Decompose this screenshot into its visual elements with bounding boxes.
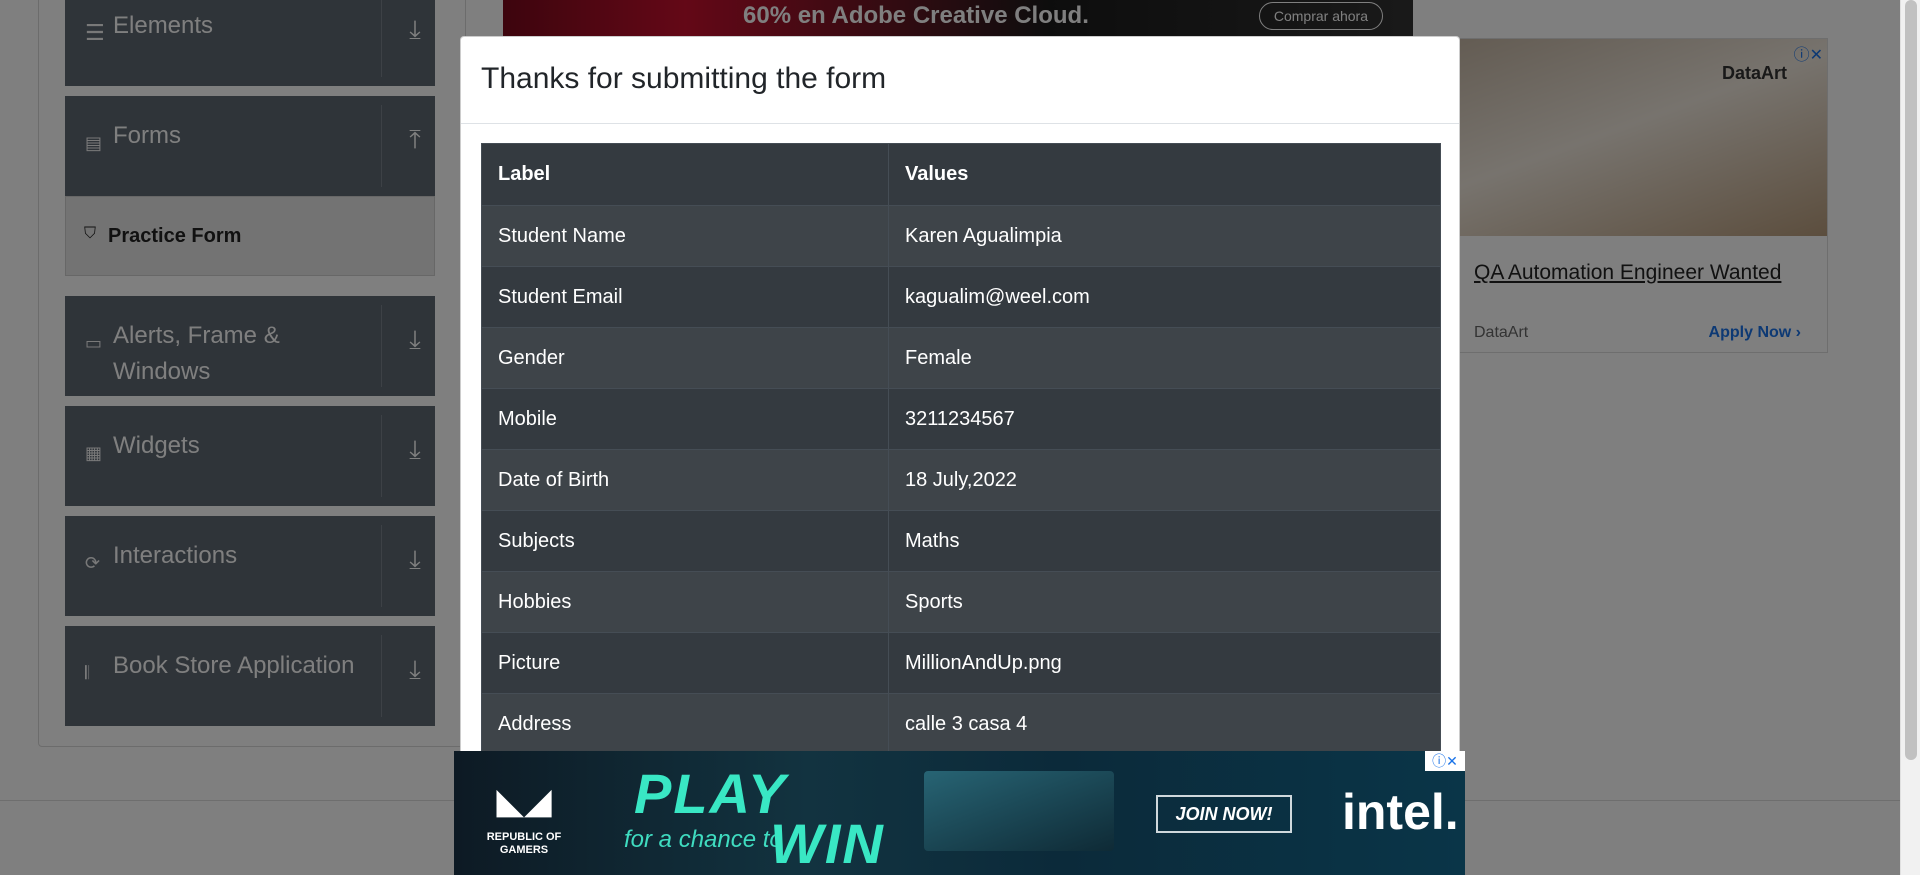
column-header-label: Label <box>481 143 889 206</box>
table-row: Picture MillionAndUp.png <box>481 632 1441 694</box>
table-row: Subjects Maths <box>481 510 1441 572</box>
row-value: Karen Agualimpia <box>888 205 1441 267</box>
ad-laptop-image <box>924 771 1114 851</box>
row-label: Picture <box>481 632 889 694</box>
row-value: MillionAndUp.png <box>888 632 1441 694</box>
table-row: Gender Female <box>481 327 1441 389</box>
table-row: Mobile 3211234567 <box>481 388 1441 450</box>
scrollbar-thumb[interactable] <box>1905 0 1917 760</box>
submission-modal: Thanks for submitting the form Label Val… <box>460 36 1460 796</box>
rog-logo-icon: ◣◢ <box>496 780 552 821</box>
row-value: 3211234567 <box>888 388 1441 450</box>
ad-intel-logo: intel. <box>1342 784 1459 840</box>
ad-play-text: PLAY <box>634 762 788 825</box>
ad-close-icon[interactable]: ⓘ✕ <box>1425 751 1465 771</box>
results-table: Label Values Student Name Karen Agualimp… <box>481 143 1441 755</box>
row-value: Maths <box>888 510 1441 572</box>
table-row: Student Name Karen Agualimpia <box>481 205 1441 267</box>
row-label: Student Name <box>481 205 889 267</box>
chevron-down-icon: ⌄ <box>950 751 962 754</box>
row-label: Address <box>481 693 889 755</box>
page-scrollbar[interactable] <box>1900 0 1920 875</box>
modal-body: Label Values Student Name Karen Agualimp… <box>481 143 1441 755</box>
row-value: Sports <box>888 571 1441 633</box>
row-label: Hobbies <box>481 571 889 633</box>
row-value: calle 3 casa 4 <box>888 693 1441 755</box>
row-label: Gender <box>481 327 889 389</box>
bottom-banner-ad[interactable]: ⌄ ◣◢ REPUBLIC OF GAMERS PLAY for a chanc… <box>454 751 1465 875</box>
ad-join-button[interactable]: JOIN NOW! <box>1156 795 1292 833</box>
table-row: Hobbies Sports <box>481 571 1441 633</box>
table-row: Date of Birth 18 July,2022 <box>481 449 1441 511</box>
table-row: Address calle 3 casa 4 <box>481 693 1441 755</box>
row-label: Date of Birth <box>481 449 889 511</box>
row-value: 18 July,2022 <box>888 449 1441 511</box>
modal-title: Thanks for submitting the form <box>481 62 887 95</box>
table-row: Student Email kagualim@weel.com <box>481 266 1441 328</box>
modal-header: Thanks for submitting the form <box>461 37 1459 124</box>
row-value: kagualim@weel.com <box>888 266 1441 328</box>
row-label: Mobile <box>481 388 889 450</box>
ad-rog-text: REPUBLIC OF GAMERS <box>486 831 562 856</box>
table-header-row: Label Values <box>481 143 1441 206</box>
row-value: Female <box>888 327 1441 389</box>
row-label: Student Email <box>481 266 889 328</box>
column-header-values: Values <box>888 143 1441 206</box>
row-label: Subjects <box>481 510 889 572</box>
ad-chance-text: for a chance to <box>624 826 783 853</box>
ad-win-text: WIN <box>770 812 885 875</box>
